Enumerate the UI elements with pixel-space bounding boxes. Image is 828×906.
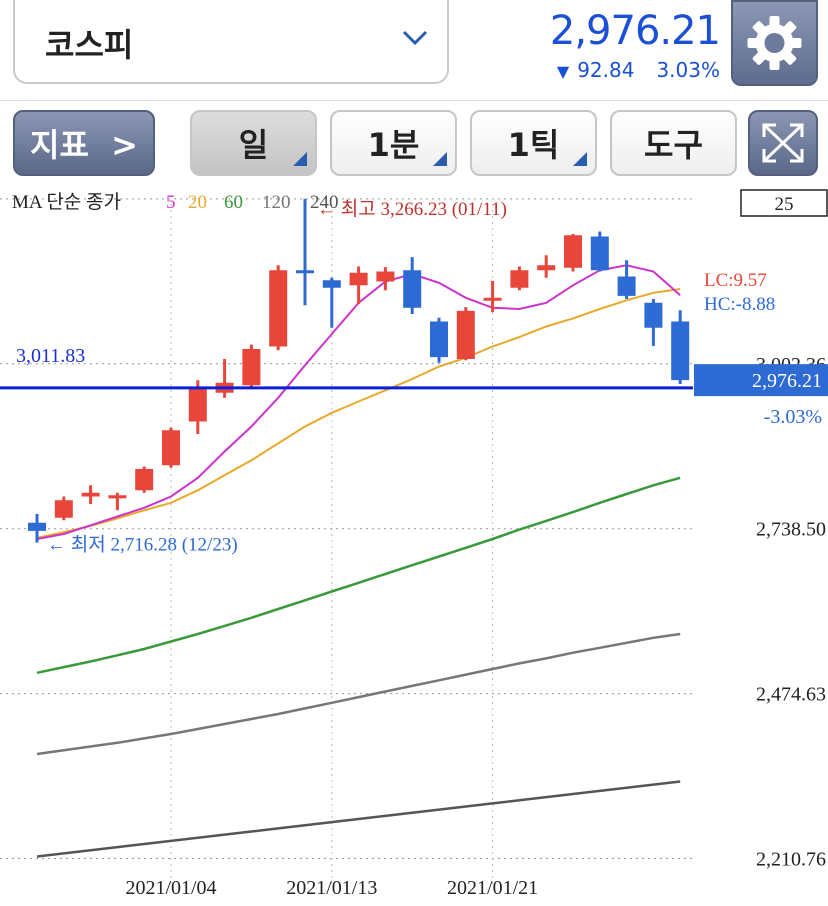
y-tick-label: 2,474.63 [756, 684, 826, 706]
period-minute-button[interactable]: 1분 [330, 110, 457, 176]
period-tick-button[interactable]: 1틱 [470, 110, 597, 176]
max-annotation: ← 최고 3,266.23 (01/11) [317, 198, 507, 220]
ma-legend-60: 60 [224, 192, 243, 213]
top-bar: 코스피 2,976.21 ▼ 92.84 3.03% [0, 0, 828, 100]
current-price-label: 2,976.21 [752, 370, 822, 392]
x-tick-label: 2021/01/04 [125, 877, 216, 899]
candle-body [322, 280, 341, 288]
ma-legend-120: 120 [262, 192, 291, 213]
ma-legend-label: MA 단순 종가 [12, 191, 121, 213]
x-tick-label: 2021/01/21 [447, 877, 538, 899]
candle-body [671, 321, 690, 381]
candle-body [510, 270, 529, 288]
visible-count-value: 25 [775, 194, 794, 215]
candle-body [188, 386, 207, 422]
ma60-line [36, 476, 681, 675]
candle-body [430, 321, 448, 358]
candle-body [135, 469, 154, 491]
change-percent: 3.03% [656, 58, 720, 82]
candle-body [242, 349, 261, 386]
hc-label: HC:-8.88 [704, 294, 775, 315]
chart-area[interactable]: 3,266.233,002.362,738.502,474.632,210.76… [0, 184, 828, 902]
toolbar: 지표 > 일 1분 1틱 도구 [0, 100, 828, 185]
indicator-label: 지표 > [30, 126, 138, 164]
period-day-button[interactable]: 일 [190, 110, 317, 176]
lc-label: LC:9.57 [704, 270, 767, 291]
candle-body [617, 276, 636, 296]
gear-icon [747, 16, 802, 70]
candle-body [349, 272, 368, 286]
tick-label: 1틱 [507, 126, 560, 164]
ma20-line [36, 288, 681, 539]
candle-body [376, 271, 395, 282]
x-tick-label: 2021/01/13 [286, 877, 377, 899]
ma-legend-5: 5 [166, 192, 176, 213]
current-price-pct: -3.03% [764, 406, 822, 428]
current-price: 2,976.21 [549, 8, 721, 54]
candle-body [81, 492, 100, 497]
overlay-layer: 3,011.83 2,976.21 -3.03% ← 최고 3,266.23 (01/… [0, 198, 828, 556]
expand-button[interactable] [748, 110, 818, 176]
price-change: ▼ 92.84 3.03% [557, 58, 720, 82]
day-label: 일 [238, 126, 269, 164]
index-select-dropdown[interactable]: 코스피 [13, 0, 449, 84]
ma240-line [36, 780, 681, 858]
candle-body [162, 430, 180, 466]
ma-legend-240: 240 [310, 192, 339, 213]
minute-label: 1분 [367, 126, 420, 164]
y-tick-label: 2,210.76 [756, 849, 826, 871]
candle-body [296, 270, 314, 274]
dropdown-corner-icon [433, 152, 447, 166]
dropdown-corner-icon [293, 152, 307, 166]
index-name: 코스피 [45, 26, 134, 64]
ma-layer [36, 264, 681, 858]
candle-body [537, 265, 556, 271]
candle-body [483, 297, 502, 301]
settings-button[interactable] [731, 0, 818, 86]
candlestick-chart[interactable]: 3,266.233,002.362,738.502,474.632,210.76… [0, 184, 828, 902]
candle-body [269, 270, 288, 347]
min-annotation: ← 최저 2,716.28 (12/23) [47, 534, 238, 556]
y-tick-label: 2,738.50 [756, 519, 826, 541]
candle-body [564, 235, 582, 268]
tools-button[interactable]: 도구 [610, 110, 737, 176]
candle-body [590, 236, 609, 271]
candle-layer [28, 198, 690, 543]
ma-legend-20: 20 [188, 192, 207, 213]
expand-icon [762, 123, 804, 163]
chevron-down-icon [402, 30, 428, 46]
candle-body [403, 270, 422, 308]
candle-body [456, 310, 475, 359]
change-amount: 92.84 [577, 58, 635, 82]
crosshair-value-label: 3,011.83 [16, 345, 85, 367]
candle-body [54, 500, 73, 518]
candle-body [644, 302, 663, 328]
down-triangle-icon: ▼ [556, 62, 570, 81]
candle-body [28, 522, 46, 531]
tools-label: 도구 [644, 126, 703, 164]
candle-body [108, 495, 127, 499]
dropdown-corner-icon [573, 152, 587, 166]
indicator-button[interactable]: 지표 > [13, 110, 155, 176]
